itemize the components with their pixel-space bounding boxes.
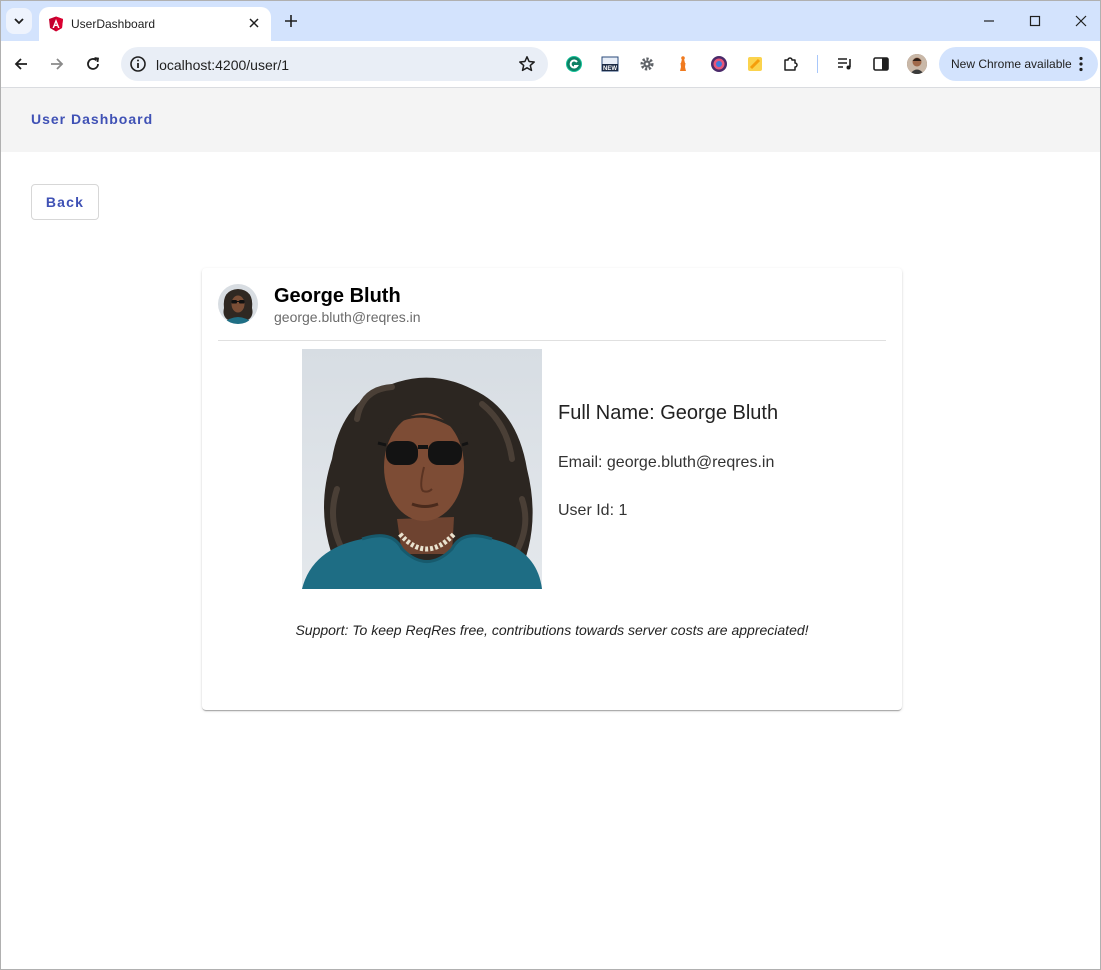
svg-text:NEW: NEW: [603, 66, 617, 72]
back-nav-button[interactable]: [10, 53, 32, 75]
reload-button[interactable]: [82, 53, 104, 75]
minimize-button[interactable]: [974, 9, 1004, 33]
tab-search-button[interactable]: [6, 8, 32, 34]
color-picker-icon[interactable]: [710, 55, 728, 73]
info-icon[interactable]: [129, 55, 147, 73]
user-id-text: User Id: 1: [558, 502, 628, 519]
puzzle-icon[interactable]: [782, 55, 800, 73]
toolbar-separator: [817, 55, 818, 73]
app-header: User Dashboard: [0, 88, 1101, 152]
update-label: New Chrome available: [951, 57, 1072, 71]
support-text: Support: To keep ReqRes free, contributi…: [295, 622, 809, 638]
media-control-icon[interactable]: [836, 55, 854, 73]
back-button[interactable]: Back: [31, 184, 99, 220]
user-portrait: [302, 349, 542, 589]
angular-icon: [49, 16, 63, 32]
tab-close-button[interactable]: [245, 14, 263, 32]
more-vert-icon: [1079, 56, 1083, 72]
browser-tabstrip: UserDashboard: [0, 0, 1101, 42]
forward-nav-button[interactable]: [46, 53, 68, 75]
window-close-button[interactable]: [1066, 9, 1096, 33]
reload-icon: [87, 57, 100, 70]
browser-toolbar: localhost:4200/user/1 NEW New Chrome ava…: [0, 41, 1101, 88]
card-subtitle-email: george.bluth@reqres.in: [274, 309, 421, 325]
side-panel-icon[interactable]: [872, 55, 890, 73]
user-card: George Bluth george.bluth@reqres.in Full…: [202, 268, 902, 710]
grammarly-icon[interactable]: [565, 55, 583, 73]
url-text[interactable]: localhost:4200/user/1: [156, 57, 289, 73]
browser-tab-active[interactable]: UserDashboard: [39, 7, 271, 42]
maximize-button[interactable]: [1020, 9, 1050, 33]
plus-icon: [285, 15, 297, 27]
chrome-update-button[interactable]: New Chrome available: [939, 47, 1098, 81]
chess-extension-icon[interactable]: [674, 55, 692, 73]
close-icon: [249, 18, 259, 28]
address-bar[interactable]: localhost:4200/user/1: [121, 47, 548, 81]
star-icon[interactable]: [518, 55, 536, 73]
minimize-icon: [984, 20, 994, 22]
gear-extension-icon[interactable]: [638, 55, 656, 73]
profile-avatar[interactable]: [907, 54, 927, 74]
arrow-left-icon: [14, 58, 27, 70]
tab-title: UserDashboard: [71, 17, 156, 31]
maximize-icon: [1029, 15, 1041, 27]
card-title-name: George Bluth: [274, 285, 401, 307]
email-text: Email: george.bluth@reqres.in: [558, 454, 775, 471]
full-name-text: Full Name: George Bluth: [558, 402, 779, 424]
card-divider: [218, 340, 886, 341]
close-icon: [1075, 15, 1087, 27]
avatar: [218, 284, 258, 324]
new-tab-button[interactable]: [281, 11, 301, 31]
arrow-right-icon: [51, 58, 64, 70]
notes-extension-icon[interactable]: [746, 55, 764, 73]
new-badge-icon[interactable]: NEW: [601, 55, 619, 73]
app-title[interactable]: User Dashboard: [31, 111, 153, 127]
chevron-down-icon: [14, 18, 24, 25]
